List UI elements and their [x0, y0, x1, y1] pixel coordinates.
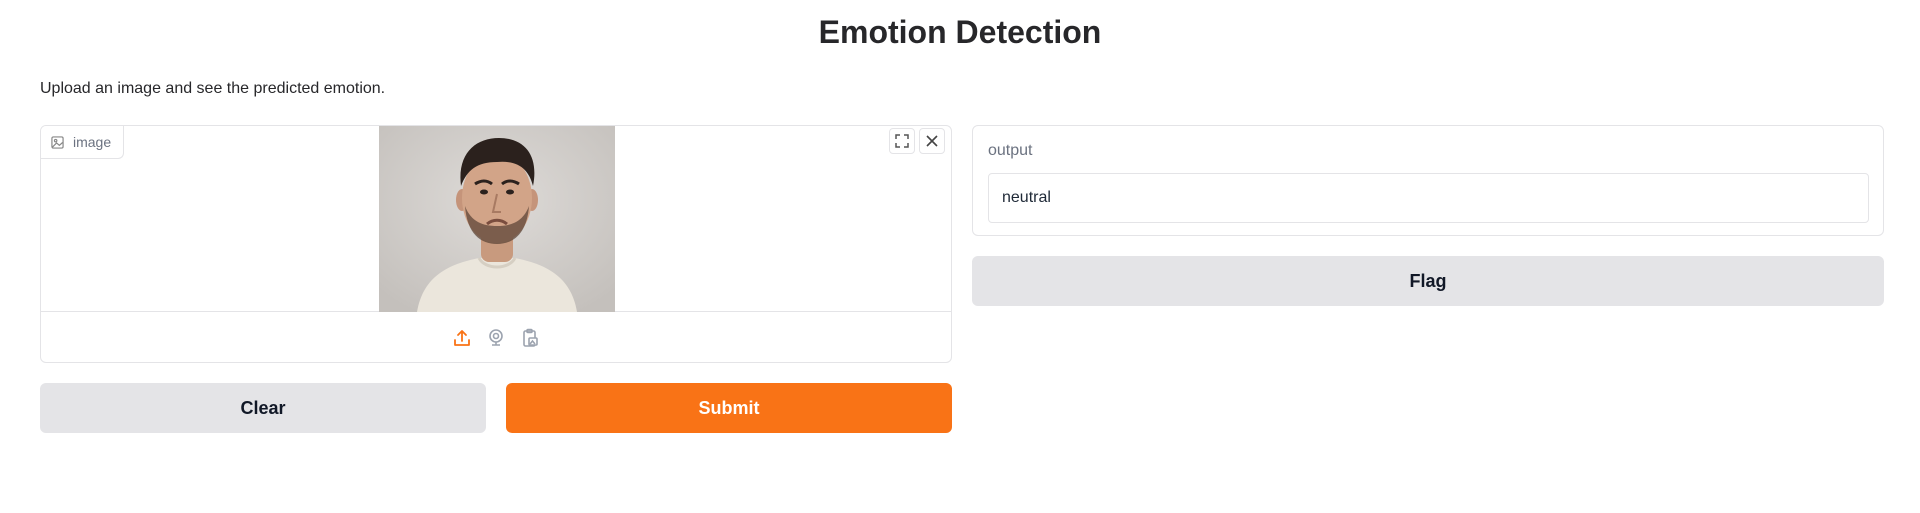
uploaded-photo [379, 126, 615, 312]
webcam-icon[interactable] [485, 327, 507, 349]
image-label-text: image [73, 134, 112, 150]
output-panel: output neutral [972, 125, 1884, 236]
flag-button[interactable]: Flag [972, 256, 1884, 306]
image-label-badge: image [41, 126, 124, 159]
submit-button[interactable]: Submit [506, 383, 952, 433]
page-title: Emotion Detection [818, 14, 1102, 50]
output-textbox[interactable]: neutral [988, 173, 1869, 223]
fullscreen-icon[interactable] [889, 128, 915, 154]
image-source-toolbar [41, 313, 951, 362]
clipboard-icon[interactable] [519, 327, 541, 349]
image-preview [41, 126, 951, 312]
clear-button[interactable]: Clear [40, 383, 486, 433]
image-input-panel[interactable]: image [40, 125, 952, 363]
upload-icon[interactable] [451, 327, 473, 349]
close-icon[interactable] [919, 128, 945, 154]
output-label: output [988, 142, 1033, 159]
image-icon [51, 135, 64, 149]
page-description: Upload an image and see the predicted em… [40, 80, 386, 97]
